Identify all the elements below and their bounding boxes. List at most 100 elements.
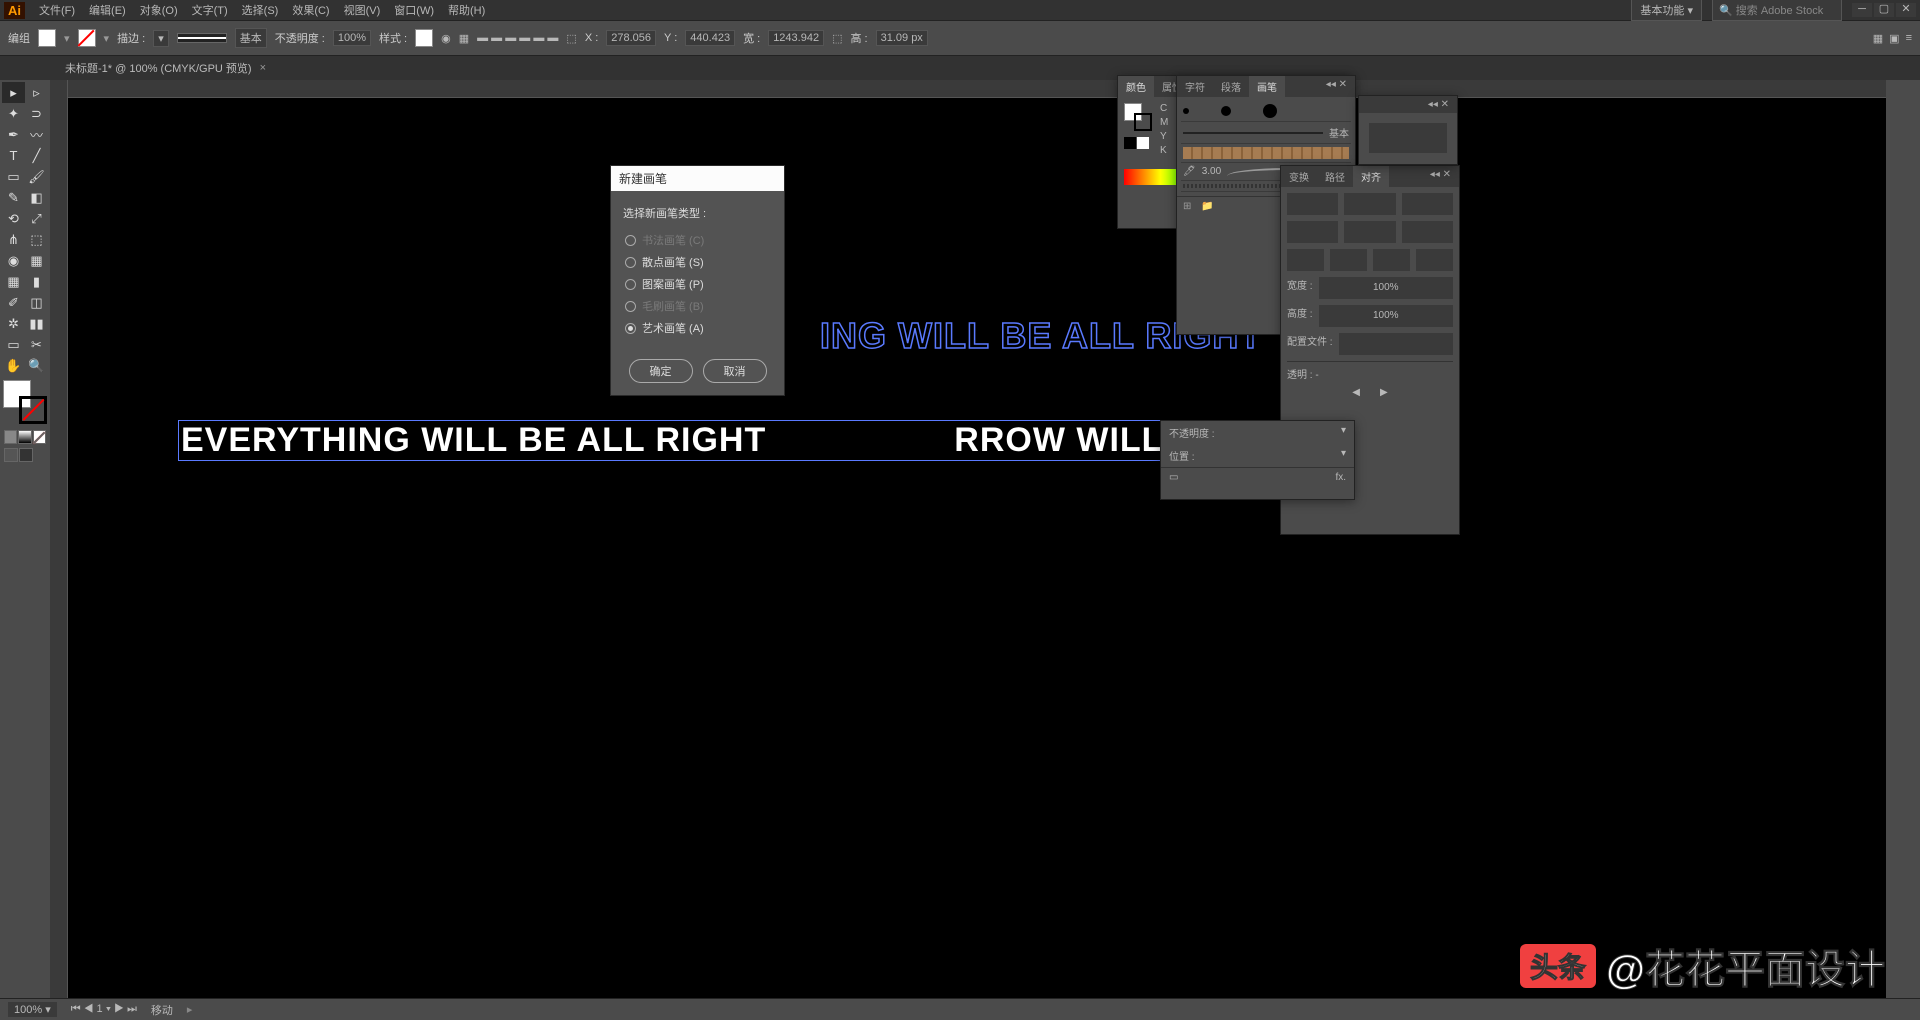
zoom-tool[interactable]: 🔍 bbox=[25, 355, 48, 376]
screen-mode-buttons[interactable] bbox=[2, 446, 48, 464]
brush-item[interactable]: 基本 bbox=[1181, 122, 1351, 144]
tab-color[interactable]: 颜色 bbox=[1118, 76, 1154, 97]
ruler-vertical[interactable] bbox=[50, 80, 68, 998]
artboard-nav[interactable]: ⏮ ◀ 1 ▾ ▶ ⏭ bbox=[71, 1003, 137, 1016]
opacity-value[interactable]: 100% bbox=[333, 30, 371, 46]
align-btn[interactable] bbox=[1287, 249, 1324, 271]
align-icon[interactable]: ▦ bbox=[459, 32, 469, 45]
ok-button[interactable]: 确定 bbox=[629, 359, 693, 383]
document-tab[interactable]: 未标题-1* @ 100% (CMYK/GPU 预览) × bbox=[55, 57, 276, 79]
tab-brushes[interactable]: 画笔 bbox=[1249, 76, 1285, 97]
zoom-level[interactable]: 100% ▾ bbox=[8, 1002, 57, 1017]
line-tool[interactable]: ╱ bbox=[25, 145, 48, 166]
rotate-tool[interactable]: ⟲ bbox=[2, 208, 25, 229]
fill-swatch[interactable] bbox=[38, 29, 56, 47]
h-value[interactable]: 31.09 px bbox=[876, 30, 928, 46]
isolate-icon[interactable]: ▦ bbox=[1873, 32, 1883, 45]
stroke-weight[interactable]: ▾ bbox=[153, 30, 169, 47]
tab-transform[interactable]: 变换 bbox=[1281, 166, 1317, 187]
stroke-color[interactable] bbox=[19, 396, 47, 424]
radio-pattern[interactable]: 图案画笔 (P) bbox=[623, 273, 772, 295]
close-button[interactable]: ✕ bbox=[1896, 3, 1916, 17]
pen-tool[interactable]: ✒ bbox=[2, 124, 25, 145]
blend-tool[interactable]: ◫ bbox=[25, 292, 48, 313]
bw-swatches[interactable] bbox=[1124, 137, 1152, 149]
edit-icon[interactable]: ▣ bbox=[1889, 32, 1899, 45]
stroke-profile[interactable]: 基本 bbox=[235, 28, 267, 48]
link-wh-icon[interactable]: ⬚ bbox=[832, 32, 842, 45]
graph-tool[interactable]: ▮▮ bbox=[25, 313, 48, 334]
shape-builder-tool[interactable]: ◉ bbox=[2, 250, 25, 271]
workspace-selector[interactable]: 基本功能 ▾ bbox=[1631, 0, 1702, 21]
align-btn[interactable] bbox=[1416, 249, 1453, 271]
align-btn[interactable] bbox=[1402, 221, 1453, 243]
align-btn[interactable] bbox=[1373, 249, 1410, 271]
ruler-horizontal[interactable] bbox=[68, 80, 1886, 98]
x-value[interactable]: 278.056 bbox=[606, 30, 656, 46]
stroke-swatch[interactable] bbox=[78, 29, 96, 47]
eyedropper-tool[interactable]: ✐ bbox=[2, 292, 25, 313]
panel-collapse-icon[interactable]: ◂◂ ✕ bbox=[1422, 166, 1459, 187]
w-field[interactable]: 100% bbox=[1319, 277, 1453, 299]
layer-icon[interactable]: ▭ bbox=[1169, 472, 1178, 483]
mini-panel[interactable]: ◂◂ ✕ bbox=[1358, 95, 1458, 165]
magic-wand-tool[interactable]: ✦ bbox=[2, 103, 25, 124]
brush-libraries-icon[interactable]: ⊞ bbox=[1183, 201, 1191, 212]
panel-collapse-icon[interactable]: ◂◂ ✕ bbox=[1420, 96, 1457, 113]
next-icon[interactable]: ▶ bbox=[1380, 387, 1388, 398]
menu-type[interactable]: 文字(T) bbox=[186, 0, 234, 20]
w-value[interactable]: 1243.942 bbox=[768, 30, 824, 46]
close-tab-icon[interactable]: × bbox=[260, 62, 266, 74]
panel-button[interactable] bbox=[1369, 123, 1447, 153]
stroke-profile-preview[interactable] bbox=[177, 33, 227, 43]
search-input[interactable]: 🔍 搜索 Adobe Stock bbox=[1712, 0, 1842, 21]
gradient-tool[interactable]: ▮ bbox=[25, 271, 48, 292]
panel-fill-stroke[interactable] bbox=[1124, 103, 1152, 131]
perspective-tool[interactable]: ▦ bbox=[25, 250, 48, 271]
brush-item[interactable] bbox=[1181, 101, 1351, 122]
panel-collapse-icon[interactable]: ◂◂ ✕ bbox=[1318, 76, 1355, 97]
right-dock[interactable] bbox=[1886, 80, 1920, 998]
align-btn[interactable] bbox=[1330, 249, 1367, 271]
tab-path[interactable]: 路径 bbox=[1317, 166, 1353, 187]
cancel-button[interactable]: 取消 bbox=[703, 359, 767, 383]
artboard-tool[interactable]: ▭ bbox=[2, 334, 25, 355]
minimize-button[interactable]: ─ bbox=[1852, 3, 1872, 17]
opacity-row-value[interactable]: ▾ bbox=[1341, 425, 1346, 440]
color-mode-buttons[interactable] bbox=[2, 428, 48, 446]
curvature-tool[interactable]: 〰 bbox=[25, 124, 48, 145]
maximize-button[interactable]: ▢ bbox=[1874, 3, 1894, 17]
direct-selection-tool[interactable]: ▹ bbox=[25, 82, 48, 103]
panel-menu-icon[interactable]: ≡ bbox=[1906, 32, 1912, 45]
free-transform-tool[interactable]: ⬚ bbox=[25, 229, 48, 250]
type-tool[interactable]: T bbox=[2, 145, 25, 166]
lasso-tool[interactable]: ⊃ bbox=[25, 103, 48, 124]
slice-tool[interactable]: ✂ bbox=[25, 334, 48, 355]
canvas[interactable]: ING WILL BE ALL RIGHT EVERYTHING WILL BE… bbox=[50, 80, 1886, 998]
menu-effect[interactable]: 效果(C) bbox=[286, 0, 335, 20]
menu-file[interactable]: 文件(F) bbox=[33, 0, 81, 20]
recolor-icon[interactable]: ◉ bbox=[441, 32, 451, 45]
align-btn[interactable] bbox=[1287, 221, 1338, 243]
profile-field[interactable] bbox=[1339, 333, 1453, 355]
radio-scatter[interactable]: 散点画笔 (S) bbox=[623, 251, 772, 273]
menu-select[interactable]: 选择(S) bbox=[236, 0, 285, 20]
tab-align[interactable]: 对齐 bbox=[1353, 166, 1389, 187]
style-swatch[interactable] bbox=[415, 29, 433, 47]
menu-view[interactable]: 视图(V) bbox=[338, 0, 387, 20]
scale-tool[interactable]: ⤢ bbox=[25, 208, 48, 229]
appearance-panel[interactable]: 不透明度 :▾ 位置 :▾ ▭fx. bbox=[1160, 420, 1355, 500]
transform-icon[interactable]: ⬚ bbox=[566, 32, 576, 45]
align-btn[interactable] bbox=[1402, 193, 1453, 215]
align-btn[interactable] bbox=[1344, 221, 1395, 243]
symbol-sprayer-tool[interactable]: ✲ bbox=[2, 313, 25, 334]
fx-icon[interactable]: fx. bbox=[1335, 472, 1346, 483]
y-value[interactable]: 440.423 bbox=[685, 30, 735, 46]
prev-icon[interactable]: ◀ bbox=[1352, 387, 1360, 398]
eraser-tool[interactable]: ◧ bbox=[25, 187, 48, 208]
menu-help[interactable]: 帮助(H) bbox=[442, 0, 491, 20]
align-btn[interactable] bbox=[1344, 193, 1395, 215]
hand-tool[interactable]: ✋ bbox=[2, 355, 25, 376]
width-tool[interactable]: ⋔ bbox=[2, 229, 25, 250]
tab-character[interactable]: 字符 bbox=[1177, 76, 1213, 97]
